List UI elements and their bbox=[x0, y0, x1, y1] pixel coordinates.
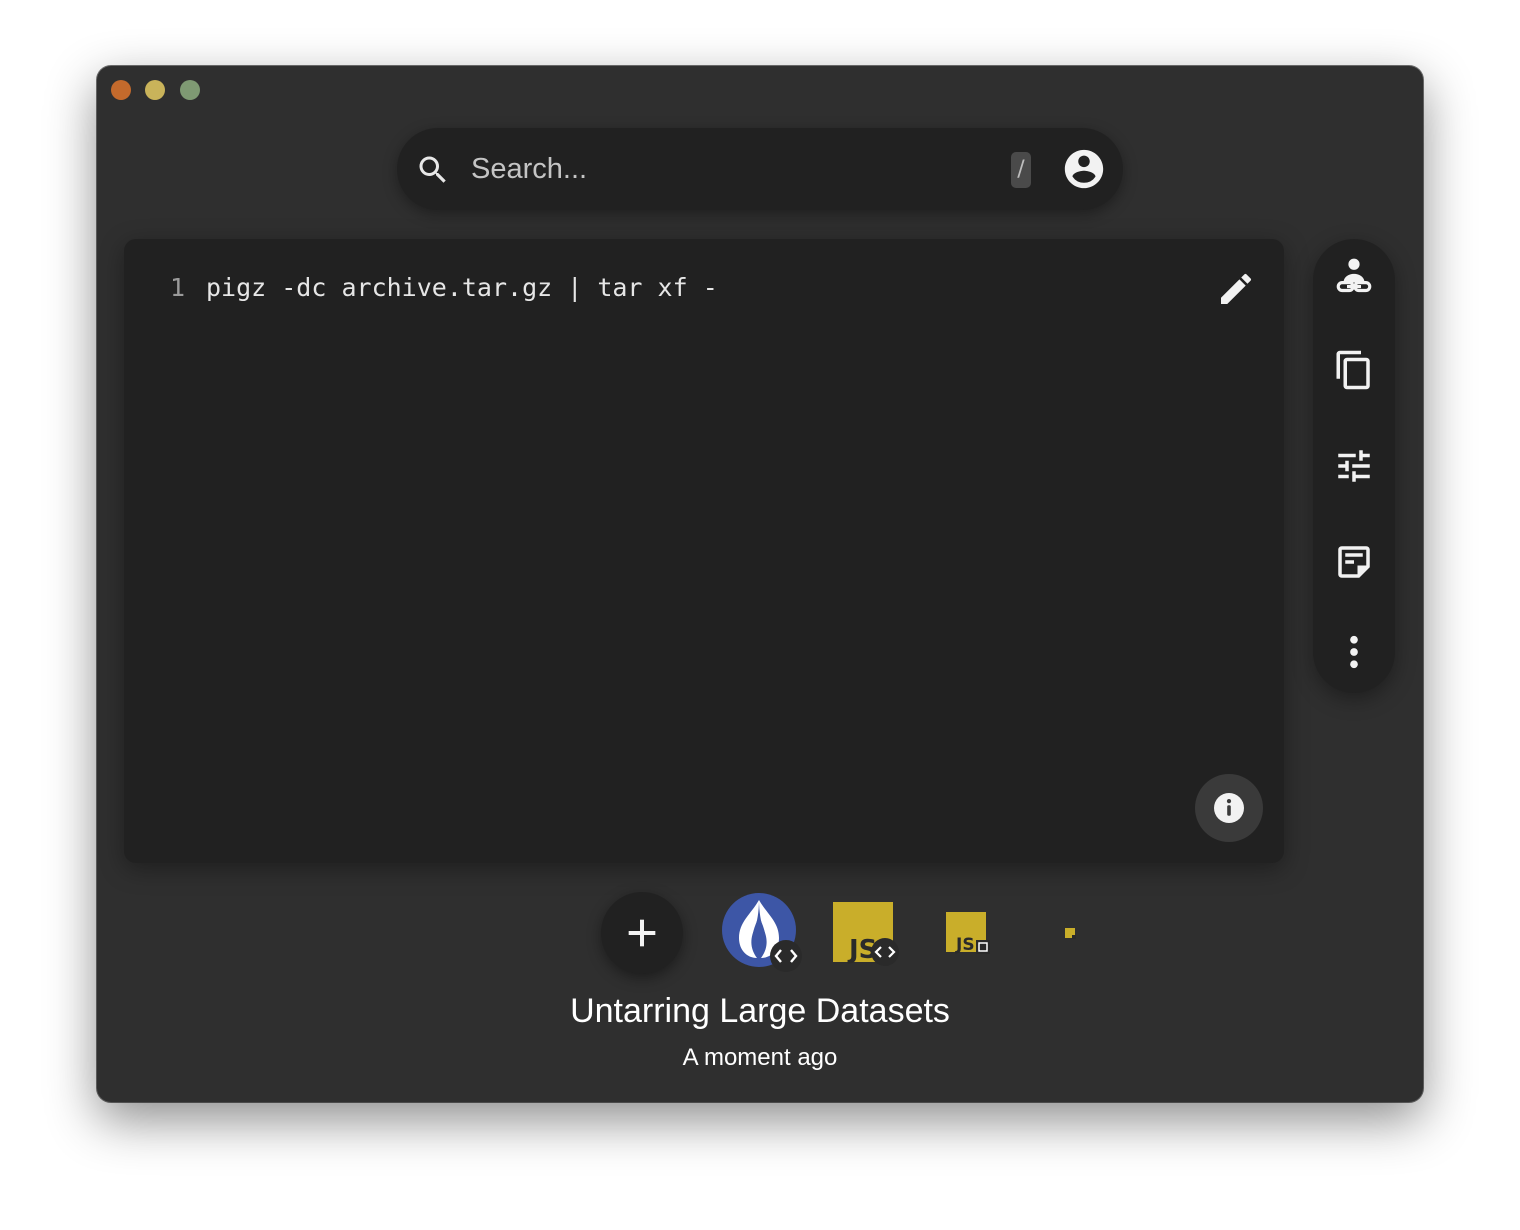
side-toolbar bbox=[1313, 239, 1395, 693]
perl-onion-icon[interactable] bbox=[721, 892, 803, 974]
js-icon-small[interactable]: JS bbox=[946, 912, 992, 956]
code-line[interactable]: 1 pigz -dc archive.tar.gz | tar xf - bbox=[170, 273, 718, 302]
add-snippet-button[interactable] bbox=[601, 892, 683, 974]
code-editor[interactable]: 1 pigz -dc archive.tar.gz | tar xf - bbox=[124, 239, 1284, 863]
info-icon bbox=[1214, 793, 1244, 823]
search-bar: / bbox=[397, 128, 1123, 210]
search-shortcut-key: / bbox=[1011, 152, 1031, 188]
minimize-window-button[interactable] bbox=[145, 80, 165, 100]
sticky-note-icon[interactable] bbox=[1333, 539, 1375, 585]
svg-text:JS: JS bbox=[955, 935, 975, 955]
copy-icon[interactable] bbox=[1333, 347, 1375, 393]
search-input[interactable] bbox=[471, 146, 991, 192]
info-button[interactable] bbox=[1195, 774, 1263, 842]
maximize-window-button[interactable] bbox=[180, 80, 200, 100]
js-icon[interactable]: JS bbox=[833, 902, 903, 966]
line-number: 1 bbox=[170, 273, 186, 302]
tune-icon[interactable] bbox=[1333, 443, 1375, 489]
pencil-icon[interactable] bbox=[1216, 269, 1256, 309]
js-icon-tiny[interactable] bbox=[1065, 928, 1077, 940]
close-window-button[interactable] bbox=[111, 80, 131, 100]
language-bar: JS JS bbox=[97, 888, 1423, 978]
plus-icon bbox=[628, 919, 656, 947]
person-link-icon[interactable] bbox=[1333, 257, 1375, 303]
code-text[interactable]: pigz -dc archive.tar.gz | tar xf - bbox=[206, 273, 718, 302]
more-vertical-icon[interactable] bbox=[1333, 629, 1375, 675]
account-circle-icon[interactable] bbox=[1061, 146, 1107, 192]
app-window: / 1 pigz -dc archive.tar.gz | tar xf - bbox=[97, 66, 1423, 1102]
search-icon bbox=[419, 156, 446, 183]
snippet-title: Untarring Large Datasets bbox=[570, 992, 950, 1030]
snippet-timestamp: A moment ago bbox=[682, 1044, 838, 1071]
